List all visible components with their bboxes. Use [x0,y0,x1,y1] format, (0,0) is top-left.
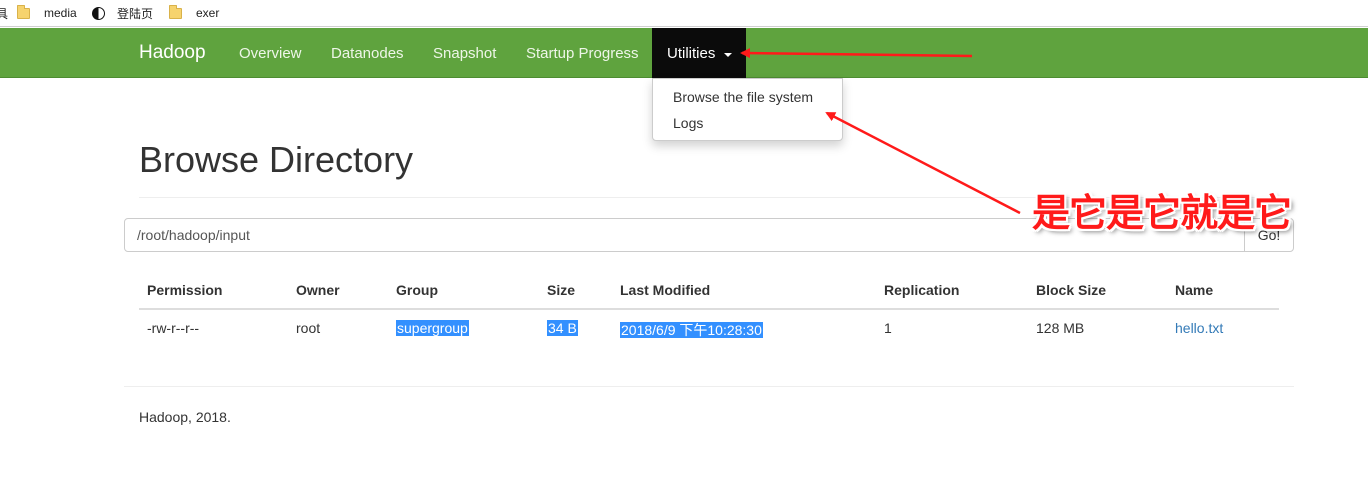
bookmark-exer[interactable]: exer [169,4,220,21]
footer-divider [124,386,1294,387]
bookmark-media[interactable]: media [17,4,77,21]
column-header-group[interactable]: Group [396,282,438,298]
cell-group-value: supergroup [396,320,469,336]
nav-snapshot[interactable]: Snapshot [433,45,496,62]
cell-size-value: 34 B [547,320,578,336]
navbar: Hadoop Overview Datanodes Snapshot Start… [0,28,1368,78]
bookmark-login-page[interactable]: 登陆页 [92,5,153,21]
cell-permission[interactable]: -rw-r--r-- [147,320,199,336]
yinyang-icon [92,6,105,20]
annotation-label: 是它是它就是它 [1032,191,1292,235]
cell-group: supergroup [396,320,469,336]
column-header-block-size[interactable]: Block Size [1036,282,1106,298]
cell-block-size: 128 MB [1036,320,1085,336]
cell-owner: root [296,320,321,336]
page-title: Browse Directory [139,139,414,180]
menu-item-logs[interactable]: Logs [673,115,703,131]
cell-size: 34 B [547,320,578,336]
column-header-owner[interactable]: Owner [296,282,340,298]
column-header-size[interactable]: Size [547,282,575,298]
column-header-replication[interactable]: Replication [884,282,959,298]
bookmark-cutoff[interactable]: 具 [0,5,8,21]
brand-link[interactable]: Hadoop [139,42,206,64]
file-name-link[interactable]: hello.txt [1175,320,1223,336]
column-header-last-modified[interactable]: Last Modified [620,282,710,298]
nav-datanodes[interactable]: Datanodes [331,45,404,62]
utilities-dropdown: Browse the file system Logs [652,78,843,141]
arrow-to-browse-file-system [825,111,1021,215]
column-header-permission[interactable]: Permission [147,282,222,298]
folder-icon [169,4,182,19]
caret-down-icon [724,53,732,57]
bookmark-cutoff-label: 具 [0,6,9,21]
column-header-name[interactable]: Name [1175,282,1213,298]
nav-utilities-label: Utilities [667,45,716,62]
bookmark-label: media [44,6,77,20]
menu-item-browse-file-system[interactable]: Browse the file system [673,89,813,105]
bookmark-label: exer [196,6,220,20]
bookmarks-bar: 具 media 登陆页 exer [0,0,1368,27]
cell-last-modified-value: 2018/6/9 下午10:28:30 [620,322,763,338]
folder-icon [17,4,30,19]
nav-overview[interactable]: Overview [239,45,302,62]
nav-startup-progress[interactable]: Startup Progress [526,45,639,62]
bookmark-label: 登陆页 [117,6,154,21]
nav-utilities[interactable]: Utilities [652,28,746,78]
table-header-divider [139,308,1279,310]
footer-text: Hadoop, 2018. [139,409,231,425]
cell-last-modified: 2018/6/9 下午10:28:30 [620,320,763,340]
cell-replication: 1 [884,320,892,336]
